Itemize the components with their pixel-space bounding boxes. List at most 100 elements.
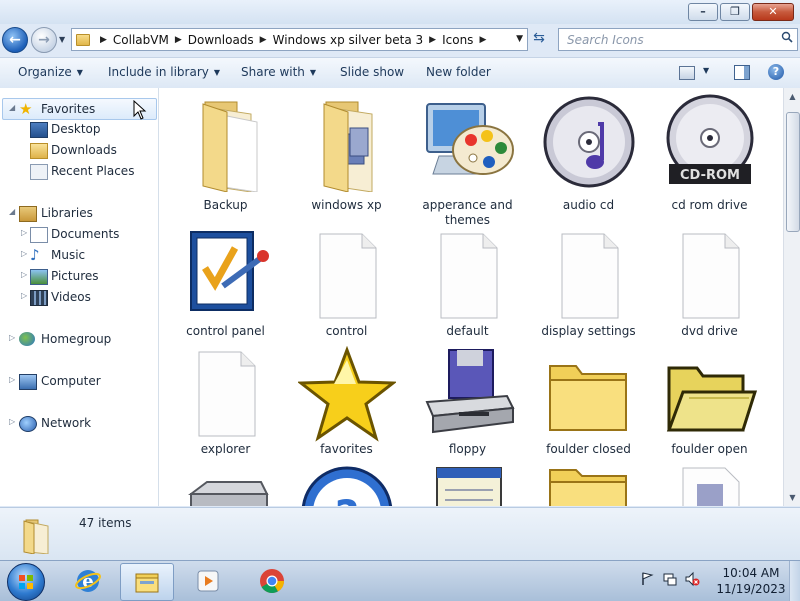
file-item[interactable]: control <box>286 228 407 340</box>
expand-icon[interactable]: ▷ <box>21 228 27 237</box>
file-item[interactable] <box>165 464 286 506</box>
more-options-icon[interactable]: ▼ <box>703 66 709 75</box>
expand-icon[interactable]: ▷ <box>9 417 15 426</box>
search-input[interactable] <box>565 29 769 50</box>
file-item[interactable] <box>649 464 770 506</box>
share-with-menu[interactable]: Share with ▼ <box>241 65 316 79</box>
caption-buttons: – ❐ ✕ <box>688 3 794 21</box>
expand-icon[interactable]: ▷ <box>21 249 27 258</box>
recent-pages-dropdown[interactable]: ▼ <box>59 35 65 44</box>
nav-desktop[interactable]: Desktop <box>0 119 158 139</box>
back-button[interactable]: ← <box>2 27 28 53</box>
music-icon: ♪ <box>30 246 40 264</box>
breadcrumb-item[interactable]: Icons <box>442 33 473 47</box>
new-folder-button[interactable]: New folder <box>426 65 491 79</box>
close-icon: ✕ <box>768 5 778 18</box>
breadcrumb-item[interactable]: Windows xp silver beta 3 <box>273 33 424 47</box>
action-center-flag-icon[interactable] <box>640 571 656 587</box>
file-item[interactable]: display settings <box>528 228 649 340</box>
volume-muted-icon[interactable] <box>684 571 700 587</box>
back-arrow-icon: ← <box>9 32 21 48</box>
maximize-button[interactable]: ❐ <box>720 3 750 21</box>
start-button[interactable] <box>7 563 45 601</box>
file-item[interactable]: audio cd <box>528 94 649 224</box>
mouse-cursor-icon <box>133 100 147 120</box>
nav-computer[interactable]: ▷ Computer <box>0 371 158 391</box>
expand-icon[interactable]: ▷ <box>9 333 15 342</box>
breadcrumb-separator-icon[interactable]: ▶ <box>100 35 107 45</box>
network-status-icon[interactable] <box>662 571 678 587</box>
organize-menu[interactable]: Organize ▼ <box>18 65 83 79</box>
breadcrumb-separator-icon[interactable]: ▶ <box>260 35 267 45</box>
file-item[interactable]: foulder closed <box>528 346 649 458</box>
minimize-button[interactable]: – <box>688 3 718 21</box>
close-button[interactable]: ✕ <box>752 3 794 21</box>
breadcrumb-separator-icon[interactable]: ▶ <box>175 35 182 45</box>
taskbar-chrome[interactable] <box>246 563 298 599</box>
file-name: audio cd <box>562 198 615 212</box>
clock[interactable]: 10:04 AM 11/19/2023 <box>716 565 786 597</box>
taskbar-internet-explorer[interactable]: e <box>62 563 114 599</box>
file-item[interactable]: windows xp <box>286 94 407 224</box>
search-box[interactable] <box>558 28 798 51</box>
file-name: Backup <box>203 198 248 212</box>
show-desktop-button[interactable] <box>789 561 800 601</box>
slide-show-button[interactable]: Slide show <box>340 65 404 79</box>
file-item[interactable]: control panel <box>165 228 286 340</box>
nav-label: Homegroup <box>41 332 112 346</box>
forward-button[interactable]: → <box>31 27 57 53</box>
file-item[interactable]: CD-ROM cd rom drive <box>649 94 770 224</box>
file-item[interactable]: ? <box>286 460 407 506</box>
scroll-down-icon[interactable]: ▼ <box>784 489 800 506</box>
scrollbar-thumb[interactable] <box>786 112 800 232</box>
nav-downloads[interactable]: Downloads <box>0 140 158 160</box>
breadcrumb-separator-icon[interactable]: ▶ <box>479 35 486 45</box>
expand-icon[interactable]: ▷ <box>21 270 27 279</box>
folder-icon <box>549 469 627 506</box>
address-bar[interactable]: ▶ CollabVM ▶ Downloads ▶ Windows xp silv… <box>71 28 528 51</box>
address-row: ← → ▼ ▶ CollabVM ▶ Downloads ▶ Windows x… <box>0 24 800 56</box>
expand-icon[interactable]: ▷ <box>21 291 27 300</box>
nav-documents[interactable]: ▷ Documents <box>0 224 158 244</box>
file-list: Backup windows xp apperance and themes a… <box>159 88 783 506</box>
scroll-up-icon[interactable]: ▲ <box>784 88 800 105</box>
expand-icon[interactable]: ▷ <box>9 375 15 384</box>
file-item[interactable] <box>528 464 649 506</box>
nav-network[interactable]: ▷ Network <box>0 413 158 433</box>
breadcrumb-item[interactable]: Downloads <box>188 33 254 47</box>
cd-rom-icon: CD-ROM <box>666 94 754 184</box>
file-item[interactable]: explorer <box>165 346 286 458</box>
file-item[interactable]: apperance and themes <box>407 94 528 227</box>
collapse-icon[interactable]: ◢ <box>9 207 15 216</box>
nav-label: Computer <box>41 374 101 388</box>
breadcrumb-item[interactable]: CollabVM <box>113 33 169 47</box>
search-icon[interactable] <box>781 31 793 43</box>
collapse-icon[interactable]: ◢ <box>9 103 15 112</box>
nav-videos[interactable]: ▷ Videos <box>0 287 158 307</box>
file-item[interactable]: foulder open <box>649 346 770 458</box>
breadcrumb-separator-icon[interactable]: ▶ <box>429 35 436 45</box>
file-item[interactable]: dvd drive <box>649 228 770 340</box>
file-item[interactable]: default <box>407 228 528 340</box>
taskbar-windows-explorer[interactable] <box>120 563 174 601</box>
help-icon[interactable]: ? <box>768 64 784 80</box>
change-view-icon[interactable] <box>679 66 695 80</box>
file-item[interactable]: floppy <box>407 346 528 458</box>
taskbar-media-player[interactable] <box>182 563 234 599</box>
include-in-library-menu[interactable]: Include in library ▼ <box>108 65 220 79</box>
nav-music[interactable]: ▷ ♪ Music <box>0 245 158 265</box>
preview-pane-icon[interactable] <box>734 65 750 80</box>
nav-homegroup[interactable]: ▷ Homegroup <box>0 329 158 349</box>
vertical-scrollbar[interactable]: ▲ ▼ <box>783 88 800 506</box>
recent-places-icon <box>30 164 48 180</box>
nav-recent-places[interactable]: Recent Places <box>0 161 158 181</box>
file-item[interactable]: favorites <box>286 346 407 458</box>
file-item[interactable]: Backup <box>165 94 286 224</box>
nav-libraries[interactable]: ◢ Libraries <box>0 203 158 223</box>
file-name: display settings <box>541 324 636 338</box>
file-item[interactable] <box>407 460 528 506</box>
refresh-button[interactable]: ⇆ <box>528 28 550 49</box>
computer-icon <box>19 374 37 390</box>
address-dropdown-icon[interactable]: ▼ <box>516 34 523 44</box>
nav-pictures[interactable]: ▷ Pictures <box>0 266 158 286</box>
